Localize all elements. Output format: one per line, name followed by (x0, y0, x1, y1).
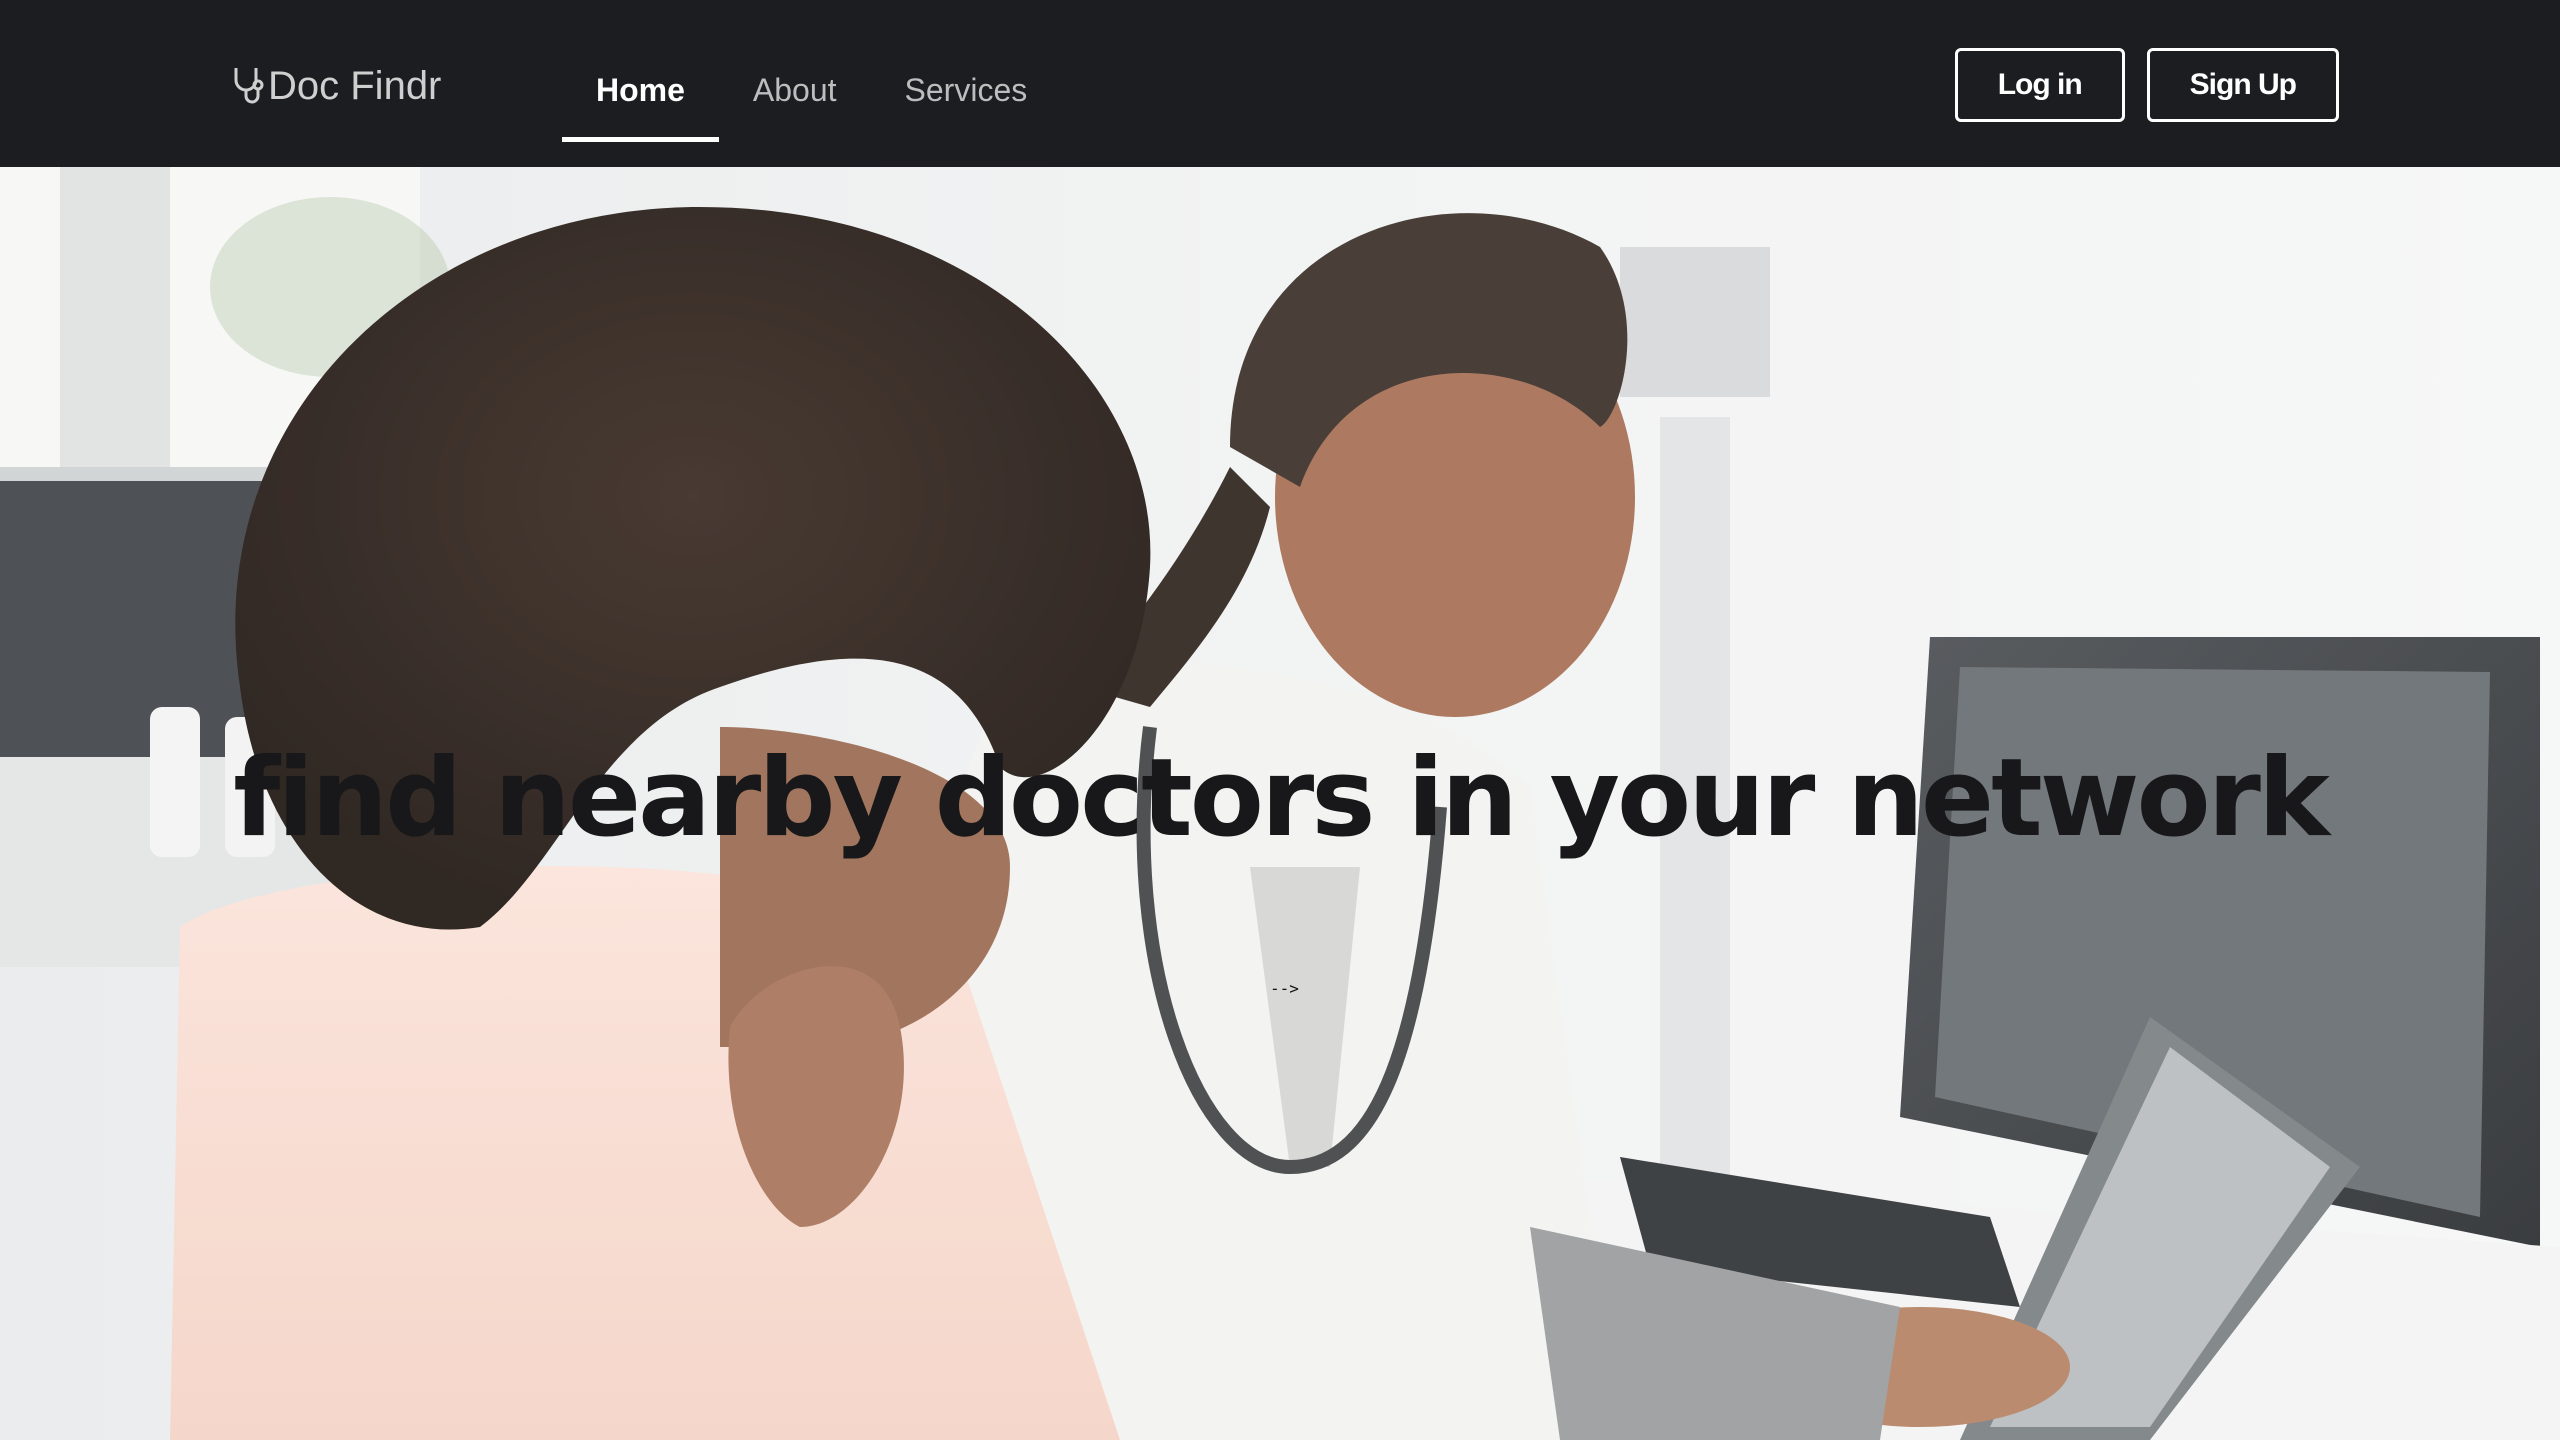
stethoscope-icon (230, 64, 268, 109)
brand-name: Doc Findr (268, 63, 442, 108)
main-nav: Home About Services (562, 62, 1062, 142)
signup-button[interactable]: Sign Up (2146, 48, 2339, 122)
hero-section: find nearby doctors in your network --> (0, 167, 2560, 1440)
top-navbar: Doc Findr Home About Services Log in Sig… (0, 0, 2560, 167)
auth-buttons: Log in Sign Up (1954, 48, 2339, 122)
nav-item-home[interactable]: Home (562, 62, 719, 142)
brand-logo-link[interactable]: Doc Findr (230, 56, 441, 116)
stray-comment-text: --> (1270, 979, 1299, 998)
login-button[interactable]: Log in (1954, 48, 2125, 122)
nav-item-services[interactable]: Services (871, 62, 1062, 140)
hero-title: find nearby doctors in your network (233, 736, 2330, 861)
nav-item-about[interactable]: About (719, 62, 871, 140)
